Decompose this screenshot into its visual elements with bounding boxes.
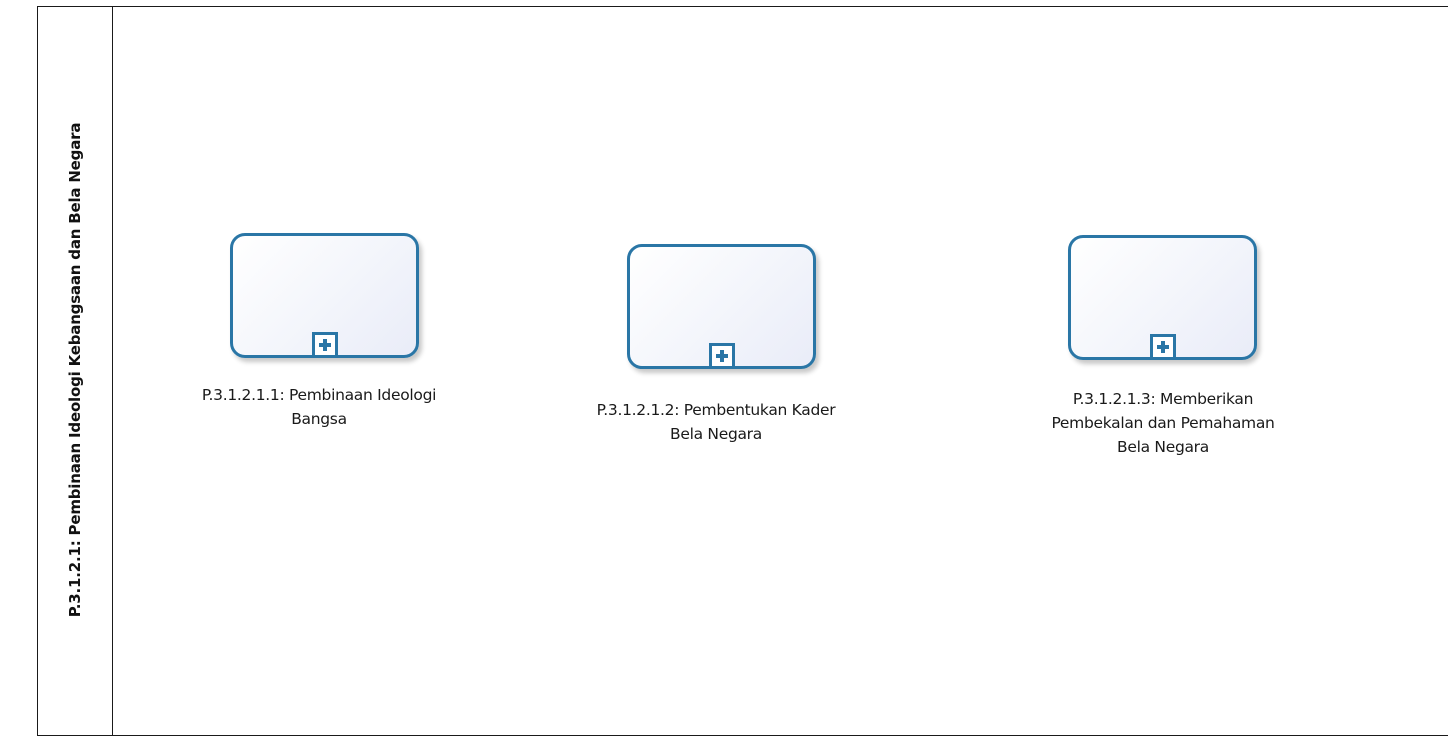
collapsed-subprocess-plus-icon[interactable] [1149, 334, 1176, 360]
task-1-label-line2: Bangsa [291, 410, 347, 428]
task-3-label-line3: Bela Negara [1117, 438, 1209, 456]
task-3-label-line1: P.3.1.2.1.3: Memberikan [1072, 390, 1254, 408]
task-1-label-line1: P.3.1.2.1.1: Pembinaan Ideologi [201, 386, 437, 404]
task-3-label-line2: Pembekalan dan Pemahaman [1051, 414, 1275, 432]
task-2-label: P.3.1.2.1.2: Pembentukan Kader Bela Nega… [536, 398, 896, 446]
task-3-label: P.3.1.2.1.3: Memberikan Pembekalan dan P… [983, 387, 1343, 459]
task-2-label-line2: Bela Negara [670, 425, 762, 443]
subprocess-task-2[interactable] [627, 244, 816, 369]
pool [37, 6, 1448, 736]
task-2-label-line1: P.3.1.2.1.2: Pembentukan Kader [596, 401, 836, 419]
task-1-label: P.3.1.2.1.1: Pembinaan Ideologi Bangsa [139, 383, 499, 431]
pool-label: P.3.1.2.1: Pembinaan Ideologi Kebangsaan… [66, 122, 84, 618]
subprocess-task-1[interactable] [230, 233, 419, 358]
subprocess-task-3[interactable] [1068, 235, 1257, 360]
collapsed-subprocess-plus-icon[interactable] [311, 332, 338, 358]
collapsed-subprocess-plus-icon[interactable] [708, 343, 735, 369]
